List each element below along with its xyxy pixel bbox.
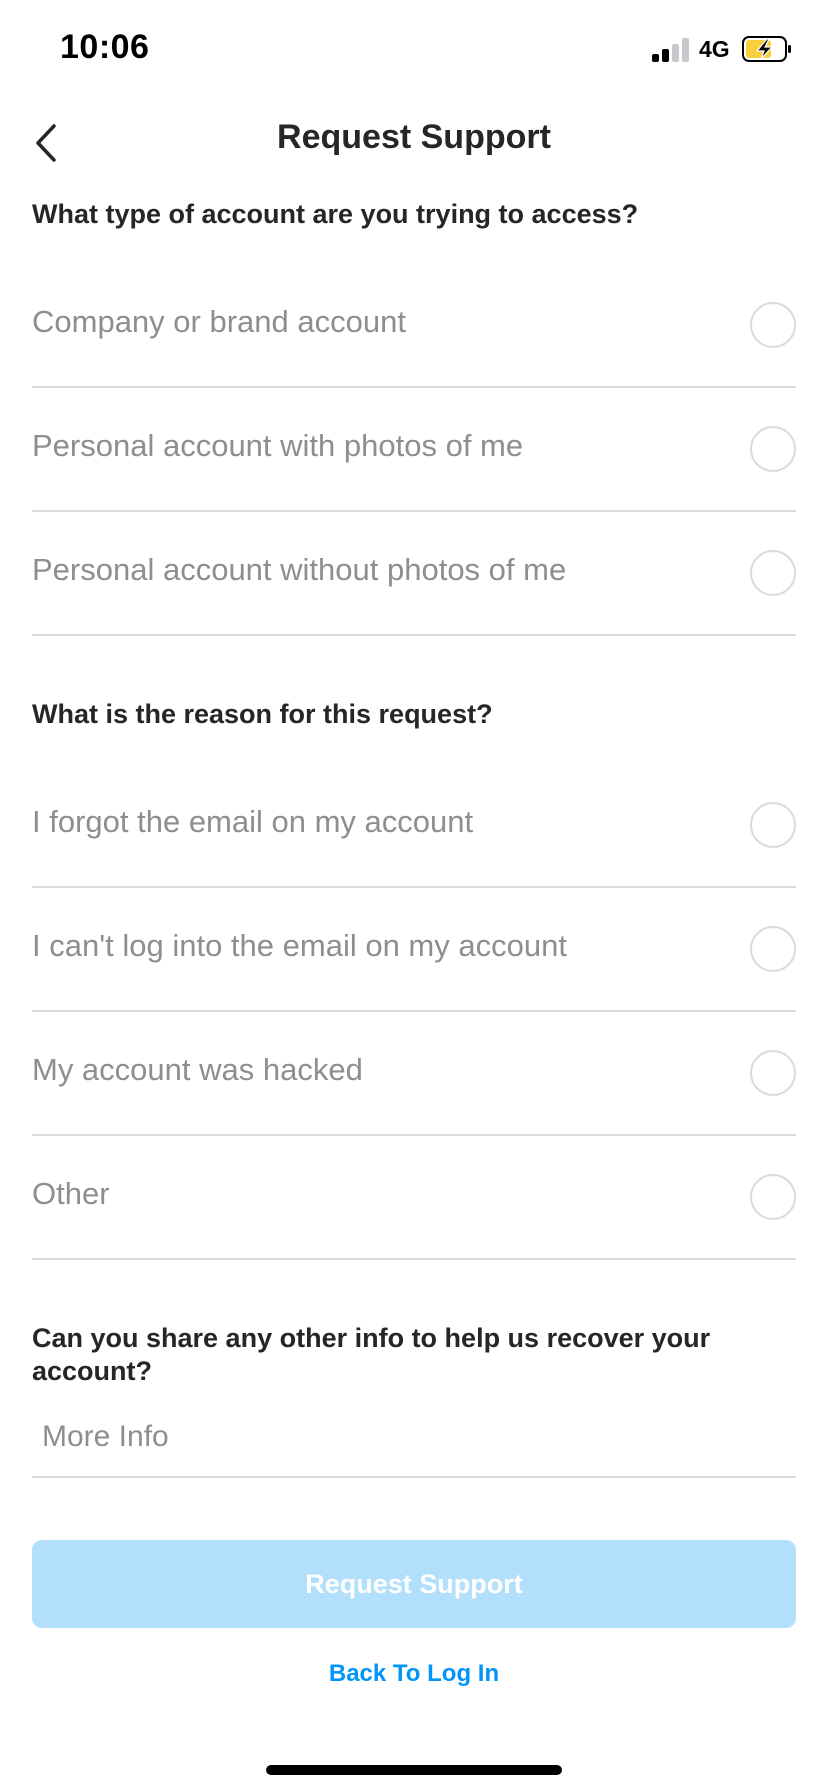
reason-question: What is the reason for this request?: [32, 699, 493, 729]
radio-button[interactable]: [750, 926, 796, 972]
radio-button[interactable]: [750, 1174, 796, 1220]
battery-charging-icon: [742, 36, 791, 62]
account-type-question: What type of account are you trying to a…: [32, 199, 639, 229]
network-type: 4G: [699, 36, 730, 62]
option-forgot-email[interactable]: I forgot the email on my account: [32, 764, 796, 888]
option-label: Company or brand account: [32, 304, 406, 339]
option-personal-without-photos[interactable]: Personal account without photos of me: [32, 512, 796, 636]
nav-bar: Request Support: [0, 100, 828, 180]
option-cant-log-into-email[interactable]: I can't log into the email on my account: [32, 888, 796, 1012]
radio-button[interactable]: [750, 802, 796, 848]
status-time: 10:06: [60, 28, 150, 66]
request-support-button[interactable]: Request Support: [32, 1540, 796, 1628]
option-label: Personal account without photos of me: [32, 552, 567, 587]
radio-button[interactable]: [750, 1050, 796, 1096]
option-label: Personal account with photos of me: [32, 428, 524, 463]
more-info-input[interactable]: [32, 1398, 796, 1478]
option-personal-with-photos[interactable]: Personal account with photos of me: [32, 388, 796, 512]
option-label: My account was hacked: [32, 1052, 363, 1087]
back-to-login-link[interactable]: Back To Log In: [0, 1660, 828, 1688]
option-other[interactable]: Other: [32, 1136, 796, 1260]
option-company-account[interactable]: Company or brand account: [32, 264, 796, 388]
page-title: Request Support: [277, 118, 551, 156]
radio-button[interactable]: [750, 550, 796, 596]
extra-info-question: Can you share any other info to help us …: [32, 1323, 711, 1386]
option-account-hacked[interactable]: My account was hacked: [32, 1012, 796, 1136]
option-label: I forgot the email on my account: [32, 804, 474, 839]
home-indicator: [266, 1765, 562, 1775]
option-label: I can't log into the email on my account: [32, 928, 567, 963]
radio-button[interactable]: [750, 302, 796, 348]
radio-button[interactable]: [750, 426, 796, 472]
cellular-signal-icon: [652, 38, 690, 62]
status-bar: 10:06 4G: [0, 0, 828, 100]
option-label: Other: [32, 1176, 110, 1211]
